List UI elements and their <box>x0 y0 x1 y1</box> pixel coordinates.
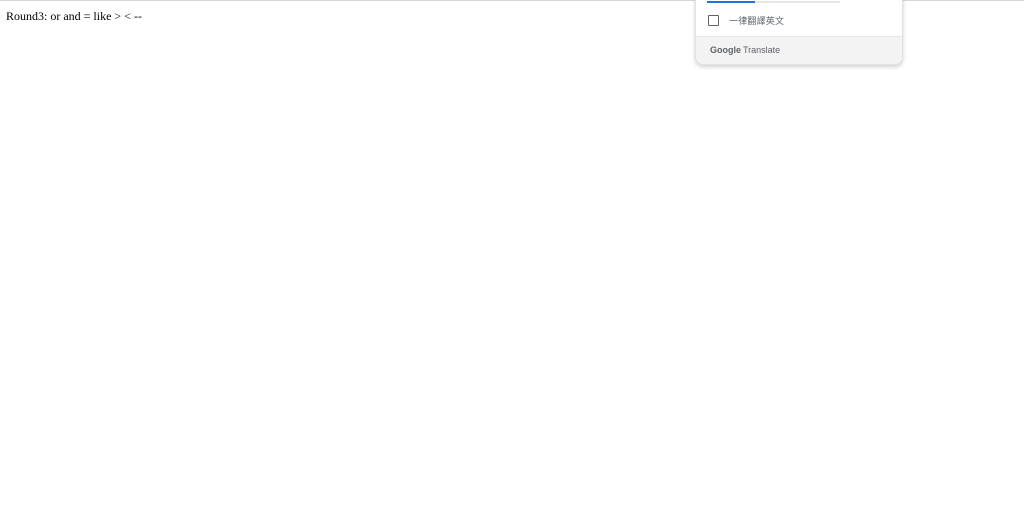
brand-google-text: Google <box>710 45 741 55</box>
translate-popup-footer: Google Translate <box>696 36 902 64</box>
google-translate-logo: Google Translate <box>710 44 780 56</box>
page-body-text: Round3: or and = like > < -- <box>6 9 142 23</box>
language-tab-strip <box>707 1 840 3</box>
active-tab-indicator <box>707 1 755 3</box>
brand-translate-text: Translate <box>743 45 781 55</box>
google-translate-popup: 一律翻譯英文 Google Translate <box>695 0 903 65</box>
always-translate-option[interactable]: 一律翻譯英文 <box>708 13 784 27</box>
always-translate-checkbox[interactable] <box>708 14 719 26</box>
always-translate-label: 一律翻譯英文 <box>729 15 785 26</box>
